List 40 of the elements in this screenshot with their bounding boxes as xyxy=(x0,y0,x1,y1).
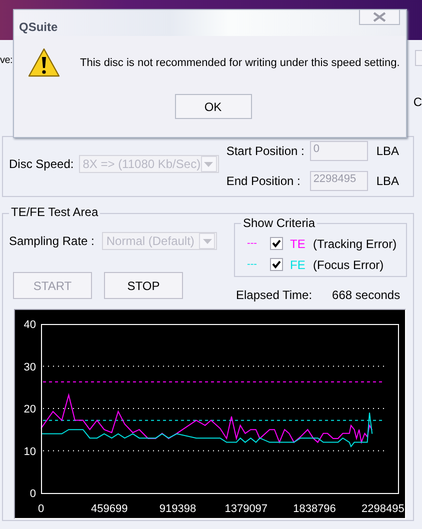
field-label: ve: xyxy=(0,55,12,66)
axis-label: 1379097 xyxy=(224,503,268,515)
field-edge xyxy=(415,50,422,66)
series-code: TE xyxy=(290,236,306,250)
field-label: Elapsed Time: xyxy=(236,288,312,302)
field-label: End Position : xyxy=(226,174,302,188)
axis-label: 459699 xyxy=(91,503,128,515)
axis-label: 1838796 xyxy=(293,503,336,515)
window-title: QSuite xyxy=(19,20,58,34)
group-label: TE/FE Test Area xyxy=(9,205,100,219)
axis-label: 40 xyxy=(24,319,36,331)
axis-label: 2298495 xyxy=(361,503,404,515)
axis-label: 0 xyxy=(30,488,36,500)
axis-label: 10 xyxy=(24,446,36,458)
warning-icon xyxy=(28,48,60,78)
field-label: C xyxy=(413,95,422,109)
unit-label: LBA xyxy=(376,174,399,188)
close-icon xyxy=(373,12,386,22)
legend-marker: --- xyxy=(247,238,258,249)
series-code: FE xyxy=(290,258,306,272)
axis-label: 919398 xyxy=(159,503,196,515)
dropdown-arrow-icon xyxy=(204,162,214,166)
ok-button[interactable]: OK xyxy=(174,94,252,119)
dropdown-arrow-icon xyxy=(202,238,212,244)
checkbox[interactable] xyxy=(270,237,283,250)
legend-marker: --- xyxy=(247,259,258,270)
unit-label: LBA xyxy=(376,144,399,158)
dialog-message: This disc is not recommended for writing under this speed setting. xyxy=(80,57,400,69)
field-label: Disc Speed: xyxy=(9,157,74,171)
axis-label: 20 xyxy=(24,404,36,416)
elapsed-value: 668 seconds xyxy=(332,288,400,302)
checkbox[interactable] xyxy=(270,258,283,271)
field-label: Sampling Rate : xyxy=(9,234,94,248)
group-label: Show Criteria xyxy=(241,216,318,230)
axis-label: 0 xyxy=(38,503,44,515)
series-label: (Tracking Error) xyxy=(313,236,397,250)
field-label: Start Position : xyxy=(226,144,306,158)
button[interactable]: STOP xyxy=(104,272,183,299)
series-label: (Focus Error) xyxy=(313,258,384,272)
axis-label: 30 xyxy=(24,361,36,374)
